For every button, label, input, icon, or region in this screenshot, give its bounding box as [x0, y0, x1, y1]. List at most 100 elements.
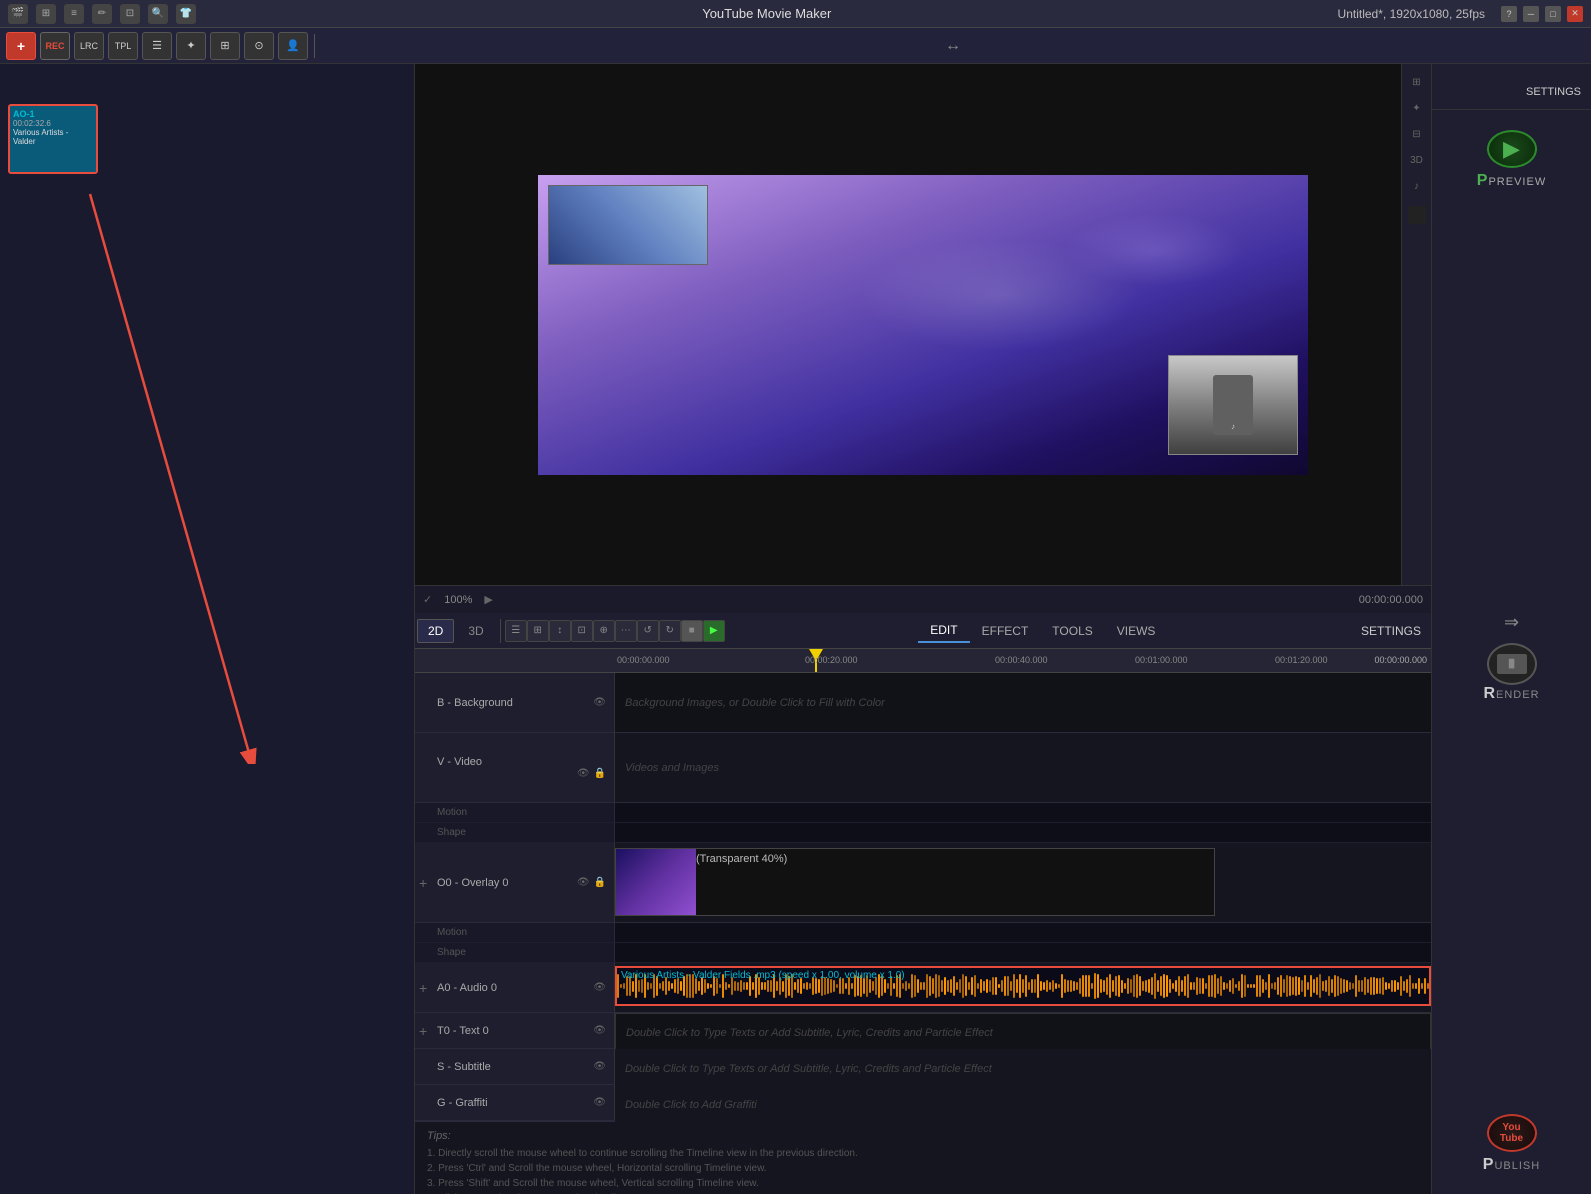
- graffiti-track-label: G - Graffiti 👁: [415, 1085, 615, 1120]
- list-button[interactable]: ☰: [142, 32, 172, 60]
- prev-icon-5[interactable]: ♪: [1407, 176, 1427, 196]
- overlay-add-btn[interactable]: +: [419, 875, 427, 891]
- preview-color-swatch: [1408, 206, 1426, 224]
- overlay-track-label: + O0 - Overlay 0 👁 🔒: [415, 843, 615, 922]
- prev-icon-2[interactable]: ✦: [1407, 98, 1427, 118]
- timeline-tracks: B - Background 👁 Background Images, or D…: [415, 673, 1431, 1194]
- audio-track-content[interactable]: Various Artists - Valder Fields .mp3 (sp…: [615, 963, 1431, 1012]
- tl-btn-undo[interactable]: ↺: [637, 620, 659, 642]
- au-eye-icon[interactable]: 👁: [593, 982, 606, 993]
- text-add-btn[interactable]: +: [419, 1023, 427, 1039]
- render-button[interactable]: ▐▌ RENDER: [1472, 643, 1552, 703]
- tips-line-2: 2. Press 'Ctrl' and Scroll the mouse whe…: [427, 1161, 1419, 1176]
- preview-canvas: ♪: [538, 175, 1308, 475]
- toolbar-separator-1: [314, 34, 315, 58]
- overlay-track-icons: 👁 🔒: [577, 877, 606, 888]
- add-button[interactable]: +: [6, 32, 36, 60]
- ov-eye-icon[interactable]: 👁: [577, 877, 590, 888]
- overlay-label-text: O0 - Overlay 0: [437, 877, 509, 889]
- preview-check-icon: ✓: [423, 593, 432, 606]
- toolbar-icon-2[interactable]: ≡: [64, 4, 84, 24]
- audio-track-label: + A0 - Audio 0 👁: [415, 963, 615, 1012]
- video-track-icons: 👁 🔒: [577, 768, 606, 779]
- text-track-content[interactable]: Double Click to Type Texts or Add Subtit…: [615, 1013, 1431, 1053]
- overlay-motion-row: Motion: [415, 923, 1431, 943]
- preview-button[interactable]: ▶ PPREVIEW: [1472, 130, 1552, 190]
- overlay-track-content[interactable]: (Transparent 40%): [615, 843, 1431, 922]
- minimize-button[interactable]: ?: [1501, 6, 1517, 22]
- tl-btn-arrow[interactable]: ↕: [549, 620, 571, 642]
- tab-effect[interactable]: EFFECT: [970, 620, 1041, 642]
- toolbar-icon-5[interactable]: 🔍: [148, 4, 168, 24]
- tl-btn-play[interactable]: ▶: [703, 620, 725, 642]
- subtitle-track-content[interactable]: Double Click to Type Texts or Add Subtit…: [615, 1049, 1431, 1089]
- restore-button[interactable]: □: [1545, 6, 1561, 22]
- toolbar-icon-3[interactable]: ✏: [92, 4, 112, 24]
- background-track-content[interactable]: Background Images, or Double Click to Fi…: [615, 673, 1431, 732]
- media-library: AO-1 00:02:32.6 Various Artists - Valder: [0, 94, 414, 334]
- tl-btn-plus[interactable]: ⊕: [593, 620, 615, 642]
- mode-3d-button[interactable]: 3D: [458, 620, 493, 642]
- toolbar-icon-1[interactable]: ⊞: [36, 4, 56, 24]
- maximize-button[interactable]: ─: [1523, 6, 1539, 22]
- tl-btn-list[interactable]: ☰: [505, 620, 527, 642]
- video-shape-label: Shape: [415, 823, 615, 842]
- ov-lock-icon[interactable]: 🔒: [594, 877, 606, 888]
- preview-bottom-bar: ✓ 100% ▶ 00:00:00.000: [415, 585, 1431, 613]
- preview-overlay-thumbnail: [548, 185, 708, 265]
- v-lock-icon[interactable]: 🔒: [594, 768, 606, 779]
- timeline-ruler[interactable]: 00:00:00.000 00:00:20.000 00:00:40.000 0…: [415, 649, 1431, 673]
- tab-views[interactable]: VIEWS: [1105, 620, 1168, 642]
- audio-clip-label: Various Artists - Valder Fields .mp3 (sp…: [621, 970, 905, 981]
- tx-eye-icon[interactable]: 👁: [593, 1025, 606, 1036]
- publish-button[interactable]: YouTube PUBLISH: [1472, 1114, 1552, 1174]
- video-track-content[interactable]: Videos and Images: [615, 733, 1431, 802]
- prev-icon-3[interactable]: ⊟: [1407, 124, 1427, 144]
- tab-tools[interactable]: TOOLS: [1040, 620, 1104, 642]
- current-time: 00:00:00.000: [1374, 655, 1427, 665]
- media-item-1[interactable]: AO-1 00:02:32.6 Various Artists - Valder: [8, 104, 98, 174]
- audio-add-btn[interactable]: +: [419, 980, 427, 996]
- arrow-icon: ↔: [945, 37, 961, 55]
- preview-circle-icon: ▶: [1487, 130, 1537, 168]
- video-motion-row: Motion: [415, 803, 1431, 823]
- circle-button[interactable]: ⊙: [244, 32, 274, 60]
- audio-track-icons: 👁: [593, 982, 606, 993]
- v-eye-icon[interactable]: 👁: [577, 768, 590, 779]
- grid-button[interactable]: ⊞: [210, 32, 240, 60]
- audio-clip[interactable]: Various Artists - Valder Fields .mp3 (sp…: [615, 966, 1431, 1006]
- overlay-clip[interactable]: (Transparent 40%): [615, 848, 1215, 916]
- tl-btn-grid[interactable]: ⊞: [527, 620, 549, 642]
- prev-icon-1[interactable]: ⊞: [1407, 72, 1427, 92]
- tpl-button[interactable]: TPL: [108, 32, 138, 60]
- left-panel: AO-1 00:02:32.6 Various Artists - Valder: [0, 64, 415, 1194]
- app-icon: 🎬: [8, 4, 28, 24]
- toolbar-icon-6[interactable]: 👕: [176, 4, 196, 24]
- ruler-time-2: 00:00:40.000: [995, 655, 1048, 665]
- timeline-header: 2D 3D ☰ ⊞ ↕ ⊡ ⊕ ⋯ ↺ ↻ ■ ▶ EDIT EFFECT TO…: [415, 613, 1431, 649]
- tips-section: Tips: 1. Directly scroll the mouse wheel…: [415, 1121, 1431, 1194]
- lrc-button[interactable]: LRC: [74, 32, 104, 60]
- render-label: RENDER: [1483, 685, 1539, 703]
- mode-2d-button[interactable]: 2D: [417, 619, 454, 643]
- graffiti-track-content[interactable]: Double Click to Add Graffiti: [615, 1085, 1431, 1125]
- tab-edit[interactable]: EDIT: [918, 619, 969, 643]
- sub-eye-icon[interactable]: 👁: [593, 1061, 606, 1072]
- person-button[interactable]: 👤: [278, 32, 308, 60]
- rec-button[interactable]: REC: [40, 32, 70, 60]
- tl-btn-dots[interactable]: ⋯: [615, 620, 637, 642]
- close-button[interactable]: ✕: [1567, 6, 1583, 22]
- overlay-shape-row: Shape: [415, 943, 1431, 963]
- graffiti-track: G - Graffiti 👁 Double Click to Add Graff…: [415, 1085, 1431, 1121]
- tl-btn-expand[interactable]: ⊡: [571, 620, 593, 642]
- tips-title: Tips:: [427, 1130, 1419, 1142]
- tl-btn-stop[interactable]: ■: [681, 620, 703, 642]
- graffiti-hint: Double Click to Add Graffiti: [625, 1099, 757, 1111]
- gr-eye-icon[interactable]: 👁: [593, 1097, 606, 1108]
- toolbar-icon-4[interactable]: ⊡: [120, 4, 140, 24]
- star-button[interactable]: ✦: [176, 32, 206, 60]
- prev-icon-4[interactable]: 3D: [1407, 150, 1427, 170]
- preview-play-icon[interactable]: ▶: [484, 593, 492, 606]
- tl-btn-redo[interactable]: ↻: [659, 620, 681, 642]
- bg-eye-icon[interactable]: 👁: [593, 697, 606, 708]
